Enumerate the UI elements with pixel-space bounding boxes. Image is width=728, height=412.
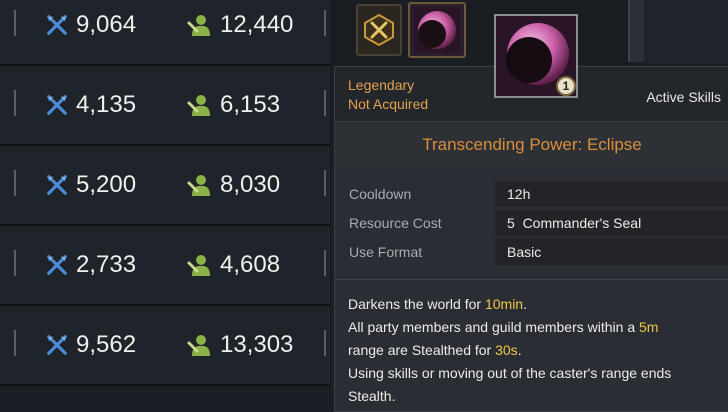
divider (324, 90, 326, 116)
guild-row[interactable]: 9,562 13,303 (0, 306, 330, 386)
divider (14, 330, 16, 356)
description-text: . (517, 342, 522, 358)
description-line: range are Stealthed for 30s. (348, 339, 722, 362)
divider (14, 170, 16, 196)
skill-attributes: Cooldown 12h Resource Cost 5 Commander's… (343, 181, 728, 268)
divider (324, 10, 326, 36)
guild-row[interactable]: 2,733 4,608 (0, 226, 330, 306)
crossed-swords-icon (47, 95, 67, 115)
description-text: range are Stealthed for (348, 342, 496, 358)
divider (14, 250, 16, 276)
attribute-row: Cooldown 12h (343, 181, 728, 210)
description-text: All party members and guild members with… (348, 319, 640, 335)
attribute-row: Resource Cost 5 Commander's Seal (343, 210, 728, 239)
power-value: 4,135 (76, 91, 137, 118)
stealth-duration-highlight: 30s (495, 342, 518, 358)
skill-title: Transcending Power: Eclipse (335, 123, 728, 167)
cooldown-label: Cooldown (349, 186, 412, 202)
use-format-label: Use Format (349, 244, 423, 260)
member-icon (187, 175, 210, 196)
members-stat: 13,303 (186, 306, 293, 384)
members-value: 6,153 (220, 91, 281, 118)
use-format-value: Basic (495, 239, 728, 265)
crossed-swords-icon (47, 15, 67, 35)
skill-description: Darkens the world for 10min. All party m… (348, 293, 722, 408)
skill-category: Active Skills (646, 89, 721, 105)
power-stat: 5,200 (46, 146, 136, 224)
description-text: Darkens the world for (348, 296, 485, 312)
skill-slot-swords[interactable] (356, 4, 402, 56)
members-value: 13,303 (220, 331, 294, 358)
power-stat: 4,135 (46, 66, 136, 144)
divider (324, 170, 326, 196)
member-icon (187, 15, 210, 36)
members-value: 12,440 (220, 11, 294, 38)
description-line: Darkens the world for 10min. (348, 293, 722, 316)
divider (324, 330, 326, 356)
members-value: 8,030 (220, 171, 281, 198)
members-stat: 4,608 (186, 226, 280, 304)
acquisition-status: Not Acquired (348, 96, 429, 112)
divider (14, 10, 16, 36)
power-value: 2,733 (76, 251, 137, 278)
description-line: Stealth. (348, 388, 396, 404)
skill-slot-eclipse[interactable] (408, 2, 466, 58)
members-stat: 8,030 (186, 146, 280, 224)
member-icon (187, 255, 210, 276)
attribute-row: Use Format Basic (343, 239, 728, 268)
divider (324, 250, 326, 276)
skill-tooltip: Legendary Not Acquired Active Skills Tra… (334, 66, 728, 412)
divider (335, 279, 728, 280)
member-icon (187, 335, 210, 356)
power-value: 5,200 (76, 171, 137, 198)
crossed-swords-icon (47, 255, 67, 275)
skill-grade: Legendary (348, 77, 415, 93)
eclipse-icon (414, 7, 460, 53)
power-stat: 9,064 (46, 0, 136, 64)
description-line: Using skills or moving out of the caster… (348, 365, 672, 381)
member-icon (187, 95, 210, 116)
power-stat: 2,733 (46, 226, 136, 304)
resource-cost-value: 5 Commander's Seal (495, 210, 728, 236)
guild-row[interactable]: 4,135 6,153 (0, 66, 330, 146)
background-decoration (644, 0, 728, 64)
crossed-swords-icon (47, 175, 67, 195)
power-value: 9,064 (76, 11, 137, 38)
power-value: 9,562 (76, 331, 137, 358)
members-value: 4,608 (220, 251, 281, 278)
resource-cost-label: Resource Cost (349, 215, 442, 231)
guild-list: 9,064 12,440 4,135 6,153 5,200 8,030 2,7… (0, 0, 330, 410)
crossed-swords-emblem-icon (364, 13, 394, 47)
description-line: All party members and guild members with… (348, 316, 722, 339)
guild-row[interactable]: 5,200 8,030 (0, 146, 330, 226)
guild-row[interactable]: 9,064 12,440 (0, 0, 330, 66)
background-decoration (628, 0, 644, 62)
cooldown-value: 12h (495, 181, 728, 207)
members-stat: 12,440 (186, 0, 293, 64)
duration-highlight: 10min (484, 296, 524, 312)
description-text: . (523, 296, 527, 312)
members-stat: 6,153 (186, 66, 280, 144)
crossed-swords-icon (47, 335, 67, 355)
range-highlight: 5m (639, 319, 659, 335)
power-stat: 9,562 (46, 306, 136, 384)
count-badge: 1 (556, 76, 576, 96)
divider (14, 90, 16, 116)
